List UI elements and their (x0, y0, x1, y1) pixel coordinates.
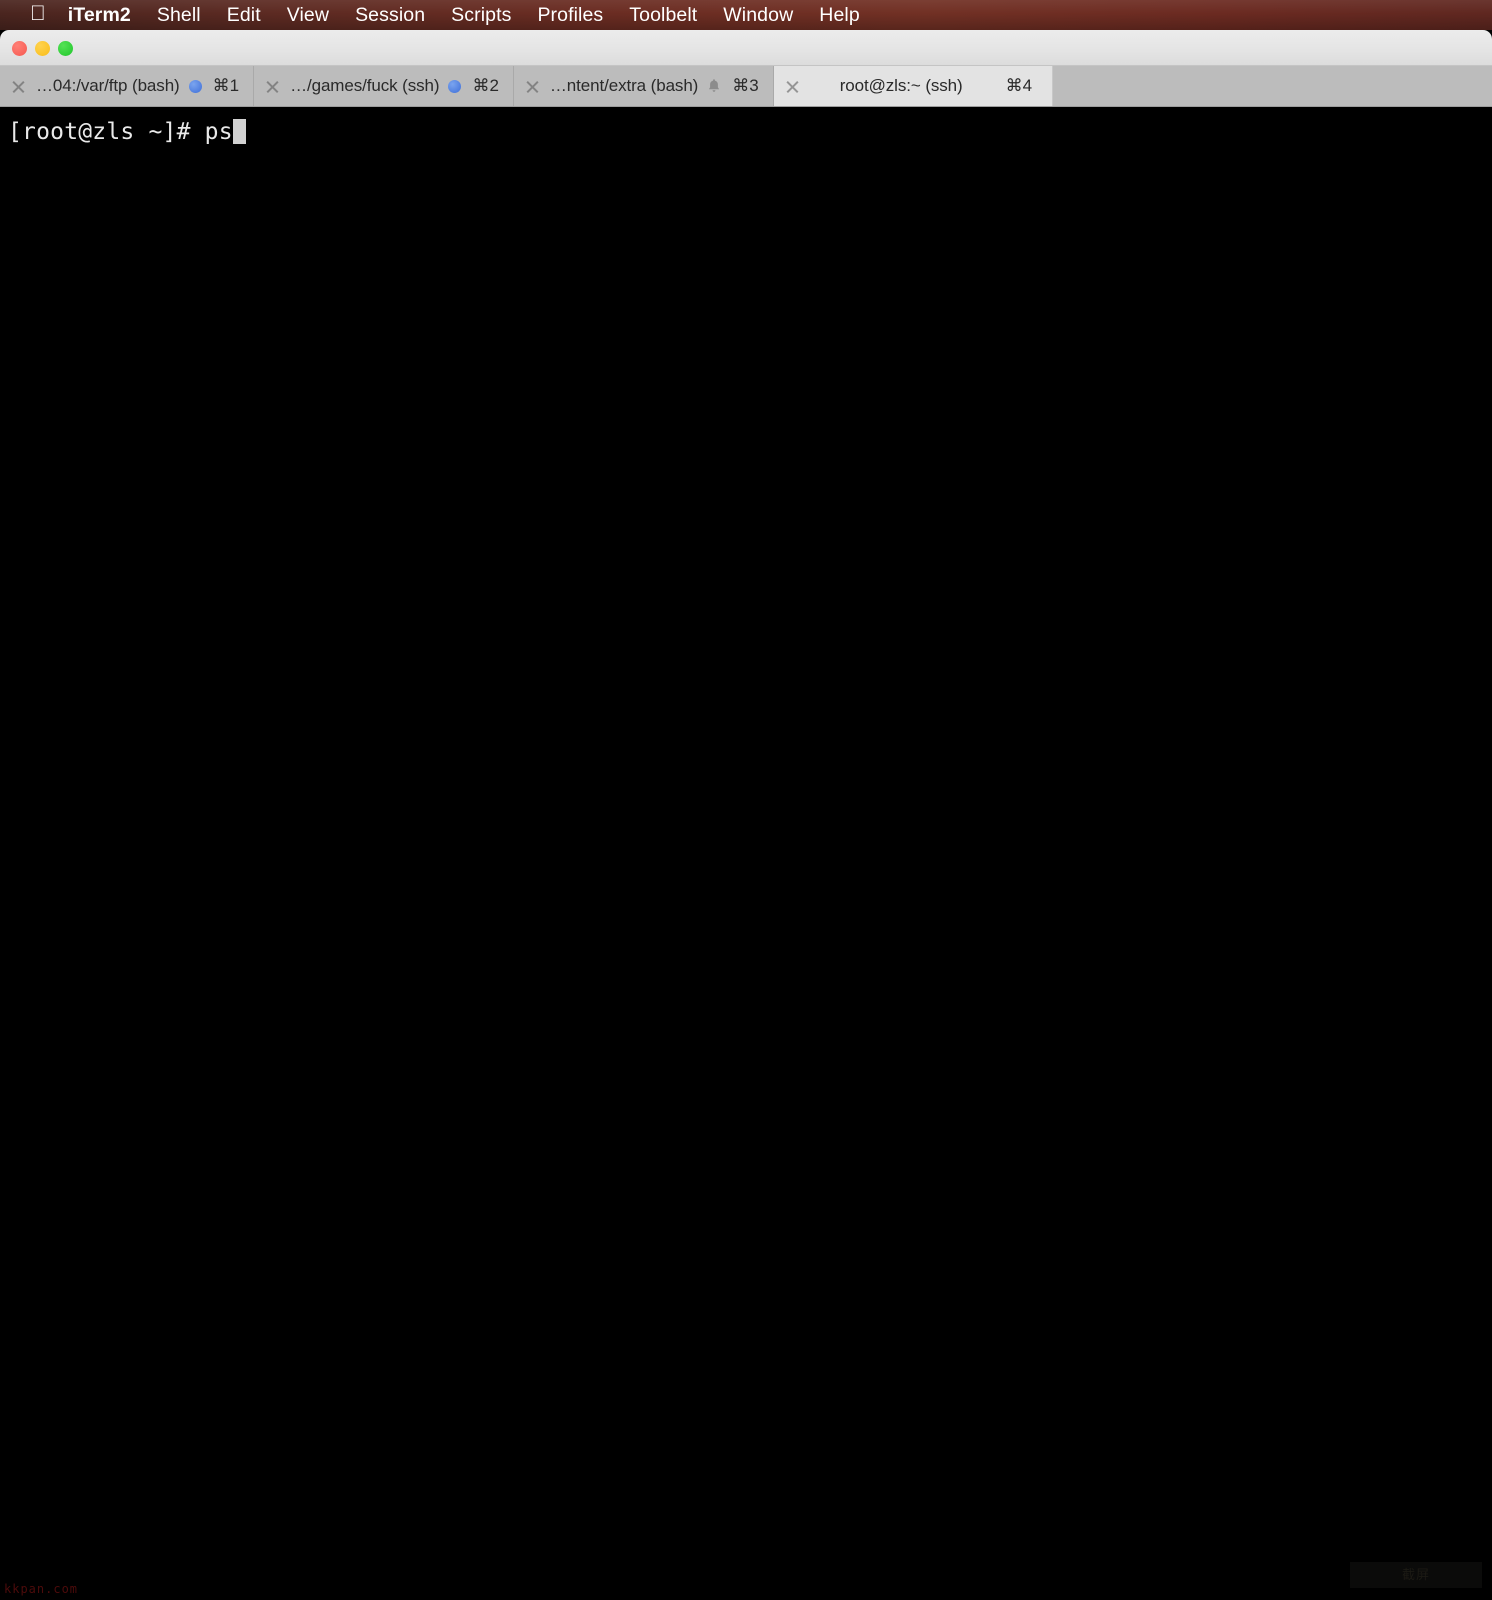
apple-logo-icon[interactable]:  (30, 3, 46, 24)
window-titlebar (0, 30, 1492, 66)
menu-item-edit[interactable]: Edit (227, 4, 261, 27)
watermark-bottom-left: kkpan.com (4, 1582, 79, 1596)
tab-shortcut: ⌘1 (212, 76, 240, 95)
menu-item-help[interactable]: Help (819, 4, 860, 27)
tab-2[interactable]: …/games/fuck (ssh) ⌘2 (254, 66, 514, 106)
close-window-button[interactable] (12, 41, 27, 56)
menu-item-view[interactable]: View (287, 4, 329, 27)
shell-prompt: [root@zls ~]# (8, 119, 205, 145)
typed-command: ps (204, 119, 233, 145)
bell-icon (707, 78, 721, 94)
menu-item-scripts[interactable]: Scripts (451, 4, 511, 27)
close-icon[interactable] (10, 78, 27, 95)
iterm2-window: …04:/var/ftp (bash) ⌘1 …/games/fuck (ssh… (0, 30, 1492, 1600)
menu-item-shell[interactable]: Shell (157, 4, 201, 27)
activity-dot-icon (188, 79, 202, 93)
activity-dot-icon (448, 79, 462, 93)
tab-1[interactable]: …04:/var/ftp (bash) ⌘1 (0, 66, 255, 106)
tab-title: root@zls:~ (ssh) (839, 76, 963, 95)
tab-shortcut: ⌘3 (732, 76, 759, 95)
watermark-bottom-right: 截屏 (1350, 1562, 1482, 1588)
tab-3[interactable]: …ntent/extra (bash) ⌘3 (513, 66, 774, 106)
tab-title: …ntent/extra (bash) (549, 76, 699, 95)
tab-bar: …04:/var/ftp (bash) ⌘1 …/games/fuck (ssh… (0, 66, 1492, 107)
terminal-body[interactable]: [root@zls ~]# ps kkpan.com 截屏 (0, 107, 1492, 1600)
tab-shortcut: ⌘2 (472, 76, 499, 95)
window-traffic-lights (12, 41, 73, 56)
menu-item-iterm2[interactable]: iTerm2 (68, 4, 131, 27)
zoom-window-button[interactable] (58, 41, 73, 56)
tab-bar-empty-space (1053, 66, 1492, 106)
menu-item-session[interactable]: Session (355, 4, 425, 27)
tab-title: …04:/var/ftp (bash) (36, 76, 180, 95)
close-icon[interactable] (264, 78, 281, 95)
terminal-prompt-line: [root@zls ~]# ps (8, 117, 246, 147)
tab-4[interactable]: root@zls:~ (ssh) ⌘4 (773, 66, 1054, 106)
macos-menubar:  iTerm2 Shell Edit View Session Scripts… (0, 0, 1492, 30)
close-icon[interactable] (524, 78, 541, 95)
minimize-window-button[interactable] (35, 41, 50, 56)
tab-title: …/games/fuck (ssh) (290, 76, 440, 95)
tab-shortcut: ⌘4 (1005, 76, 1033, 95)
close-icon[interactable] (784, 78, 801, 95)
menu-item-toolbelt[interactable]: Toolbelt (629, 4, 697, 27)
menu-item-profiles[interactable]: Profiles (537, 4, 603, 27)
menu-item-window[interactable]: Window (723, 4, 793, 27)
text-cursor (232, 119, 246, 144)
